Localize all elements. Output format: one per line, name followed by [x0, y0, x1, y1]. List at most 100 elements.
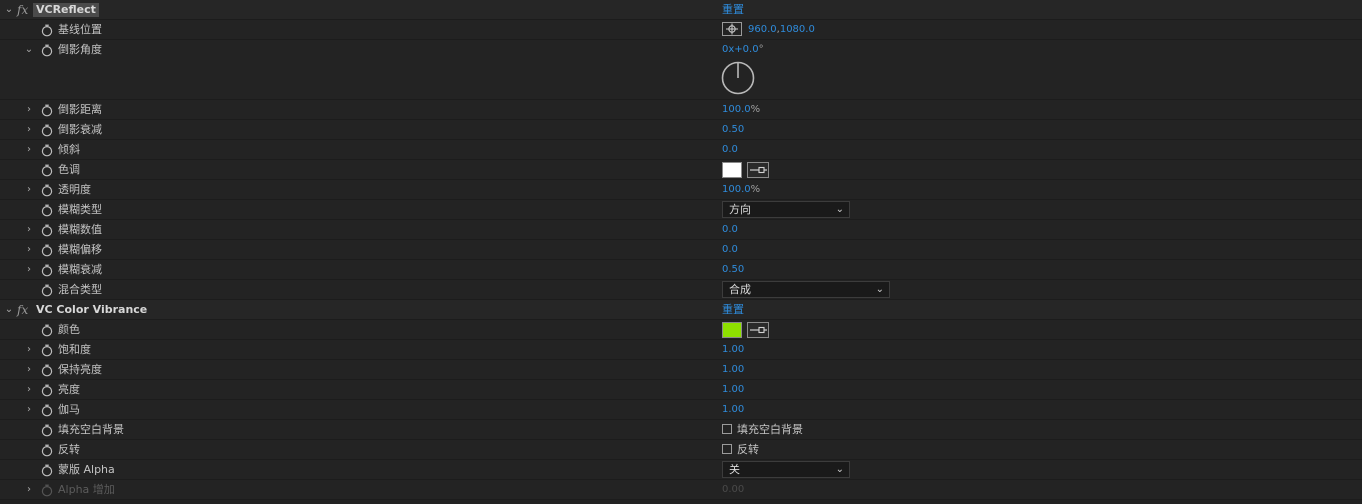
- param-row-fill-blank: 填充空白背景 填充空白背景: [0, 420, 1362, 440]
- chevron-right-icon[interactable]: ›: [24, 344, 34, 356]
- stopwatch-icon[interactable]: [41, 364, 53, 377]
- eyedropper-icon[interactable]: [747, 162, 769, 178]
- chevron-right-icon[interactable]: ›: [24, 104, 34, 116]
- param-value[interactable]: 1.00: [722, 343, 744, 357]
- param-label: 倒影衰减: [58, 123, 102, 136]
- chevron-right-icon[interactable]: ›: [24, 404, 34, 416]
- stopwatch-icon[interactable]: [41, 224, 53, 237]
- value-unit: %: [750, 104, 761, 115]
- param-value[interactable]: 1.00: [722, 363, 744, 377]
- chevron-down-icon[interactable]: ⌄: [24, 44, 34, 56]
- crosshair-icon[interactable]: [722, 22, 742, 36]
- stopwatch-icon[interactable]: [41, 24, 53, 37]
- param-value[interactable]: 0.50: [722, 263, 744, 277]
- chevron-right-icon[interactable]: ›: [24, 144, 34, 156]
- stopwatch-icon[interactable]: [41, 264, 53, 277]
- stopwatch-icon[interactable]: [41, 404, 53, 417]
- color-swatch[interactable]: [722, 322, 742, 338]
- effect-name[interactable]: VCReflect: [33, 3, 99, 17]
- stopwatch-icon[interactable]: [41, 184, 53, 197]
- chevron-right-icon[interactable]: ›: [24, 384, 34, 396]
- position-value[interactable]: 960.0,1080.0: [748, 23, 815, 37]
- effect-header-vcreflect[interactable]: ⌄ fx VCReflect 重置: [0, 0, 1362, 20]
- fx-icon[interactable]: fx: [17, 3, 28, 17]
- param-row-invert: 反转 反转: [0, 440, 1362, 460]
- param-label: 伽马: [58, 403, 80, 416]
- reset-link[interactable]: 重置: [722, 3, 744, 17]
- param-label: 模糊数值: [58, 223, 102, 236]
- chevron-right-icon[interactable]: ›: [24, 224, 34, 236]
- eyedropper-icon[interactable]: [747, 322, 769, 338]
- angle-dial[interactable]: [721, 61, 755, 95]
- chevron-right-icon[interactable]: ›: [24, 264, 34, 276]
- param-row-color: 颜色: [0, 320, 1362, 340]
- effect-header-vc-color-vibrance[interactable]: ⌄ fx VC Color Vibrance 重置: [0, 300, 1362, 320]
- chevron-down-icon[interactable]: ⌄: [4, 304, 14, 316]
- param-label: 颜色: [58, 323, 80, 336]
- angle-degrees[interactable]: +0.0: [734, 44, 758, 55]
- stopwatch-icon[interactable]: [41, 344, 53, 357]
- chevron-down-icon: ⌄: [835, 204, 844, 215]
- value-number[interactable]: 100.0: [722, 104, 751, 115]
- chevron-right-icon[interactable]: ›: [24, 484, 34, 496]
- param-label: 混合类型: [58, 283, 102, 296]
- stopwatch-icon[interactable]: [41, 284, 53, 297]
- effect-name[interactable]: VC Color Vibrance: [33, 303, 150, 317]
- param-label: 色调: [58, 163, 80, 176]
- param-value[interactable]: 0.0: [722, 243, 738, 257]
- effect-controls-panel: ⌄ fx VCReflect 重置 基线位置 960.0,1080.0 ⌄ 倒影…: [0, 0, 1362, 504]
- angle-revolutions[interactable]: 0x: [722, 44, 734, 55]
- stopwatch-icon[interactable]: [41, 424, 53, 437]
- param-row-opacity: › 透明度 100.0%: [0, 180, 1362, 200]
- param-row-matte-alpha: 蒙版 Alpha 关 ⌄: [0, 460, 1362, 480]
- stopwatch-icon[interactable]: [41, 164, 53, 177]
- stopwatch-icon[interactable]: [41, 384, 53, 397]
- param-value[interactable]: 0.50: [722, 123, 744, 137]
- stopwatch-icon[interactable]: [41, 444, 53, 457]
- angle-unit: °: [758, 44, 764, 55]
- chevron-right-icon[interactable]: ›: [24, 244, 34, 256]
- stopwatch-icon[interactable]: [41, 464, 53, 477]
- stopwatch-icon[interactable]: [41, 44, 53, 57]
- color-swatch[interactable]: [722, 162, 742, 178]
- fx-icon[interactable]: fx: [17, 303, 28, 317]
- invert-checkbox[interactable]: [722, 444, 732, 454]
- stopwatch-icon[interactable]: [41, 124, 53, 137]
- stopwatch-icon[interactable]: [41, 324, 53, 337]
- param-row-blend-type: 混合类型 合成 ⌄: [0, 280, 1362, 300]
- position-x[interactable]: 960.0: [748, 24, 777, 35]
- blur-type-dropdown[interactable]: 方向 ⌄: [722, 201, 850, 218]
- param-row-blur-type: 模糊类型 方向 ⌄: [0, 200, 1362, 220]
- checkbox-label[interactable]: 填充空白背景: [737, 423, 803, 437]
- stopwatch-icon[interactable]: [41, 104, 53, 117]
- stopwatch-icon[interactable]: [41, 244, 53, 257]
- param-label: Alpha 增加: [58, 483, 115, 496]
- param-label: 透明度: [58, 183, 91, 196]
- stopwatch-icon[interactable]: [41, 204, 53, 217]
- chevron-right-icon[interactable]: ›: [24, 364, 34, 376]
- param-value[interactable]: 1.00: [722, 403, 744, 417]
- param-row-reflect-distance: › 倒影距离 100.0%: [0, 100, 1362, 120]
- checkbox-label[interactable]: 反转: [737, 443, 759, 457]
- param-label: 基线位置: [58, 23, 102, 36]
- dropdown-value: 合成: [729, 283, 751, 296]
- value-number[interactable]: 100.0: [722, 184, 751, 195]
- fill-blank-checkbox[interactable]: [722, 424, 732, 434]
- angle-value[interactable]: 0x+0.0°: [722, 43, 764, 57]
- param-value[interactable]: 1.00: [722, 383, 744, 397]
- param-value[interactable]: 0.0: [722, 143, 738, 157]
- stopwatch-icon[interactable]: [41, 144, 53, 157]
- param-label: 保持亮度: [58, 363, 102, 376]
- position-y[interactable]: 1080.0: [780, 24, 815, 35]
- param-value[interactable]: 100.0%: [722, 103, 760, 117]
- reset-link[interactable]: 重置: [722, 303, 744, 317]
- chevron-down-icon[interactable]: ⌄: [4, 4, 14, 16]
- param-row-brightness: › 亮度 1.00: [0, 380, 1362, 400]
- chevron-right-icon[interactable]: ›: [24, 184, 34, 196]
- matte-alpha-dropdown[interactable]: 关 ⌄: [722, 461, 850, 478]
- blend-type-dropdown[interactable]: 合成 ⌄: [722, 281, 890, 298]
- chevron-right-icon[interactable]: ›: [24, 124, 34, 136]
- param-value[interactable]: 100.0%: [722, 183, 760, 197]
- param-label: 模糊衰减: [58, 263, 102, 276]
- param-value[interactable]: 0.0: [722, 223, 738, 237]
